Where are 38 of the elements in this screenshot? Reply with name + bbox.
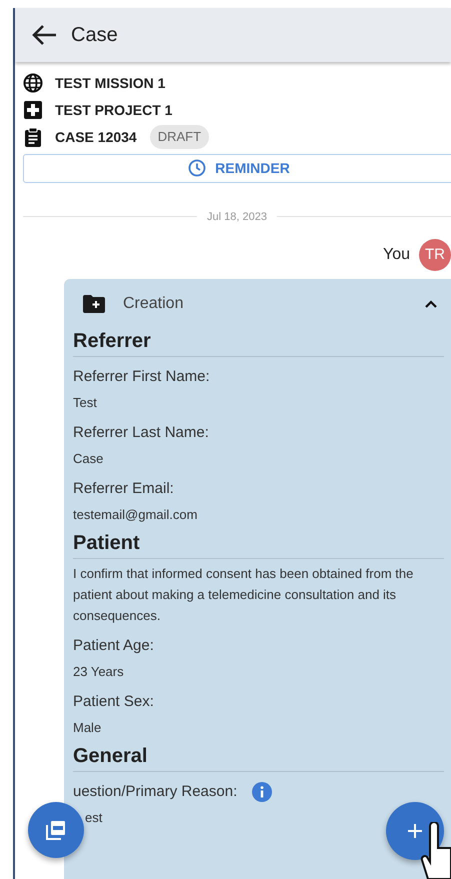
- consent-statement: I confirm that informed consent has been obtained from the patient about making a telemedicine consultation and its consequences.: [73, 565, 414, 625]
- section-heading: Referrer: [73, 329, 444, 357]
- field-label: Referrer Last Name:: [73, 422, 209, 443]
- field-label: Patient Sex:: [73, 692, 154, 712]
- card-header[interactable]: Creation: [73, 279, 444, 329]
- meta-label: TEST PROJECT 1: [55, 100, 172, 120]
- status-badge: DRAFT: [150, 125, 210, 149]
- clock-icon: [188, 159, 206, 178]
- clipboard-icon: [23, 127, 43, 148]
- field-label: uestion/Primary Reason:: [73, 782, 238, 802]
- field-value: Test: [73, 394, 98, 412]
- card-title: Creation: [123, 294, 184, 314]
- field-label: Referrer First Name:: [73, 366, 210, 387]
- avatar: TR: [419, 239, 451, 271]
- section-heading: Patient: [73, 531, 444, 559]
- pdf-button[interactable]: [28, 802, 84, 858]
- field-value: Case: [73, 450, 104, 468]
- plus-icon: [407, 823, 423, 839]
- folder-plus-icon: [83, 295, 105, 313]
- collapse-chevron-icon[interactable]: [424, 300, 438, 308]
- field-label: Referrer Email:: [73, 478, 174, 499]
- screen-title: Case: [71, 23, 118, 48]
- globe-icon: [23, 73, 43, 94]
- pdf-icon: [45, 819, 67, 841]
- meta-label: CASE 12034: [55, 128, 137, 147]
- field-value: testemail@gmail.com: [73, 506, 198, 524]
- info-icon[interactable]: [252, 782, 272, 802]
- reminder-button[interactable]: REMINDER: [23, 154, 451, 182]
- medical-cross-icon: [23, 100, 43, 120]
- section-heading: General: [73, 744, 444, 772]
- date-divider: Jul 18, 2023: [207, 210, 267, 224]
- field-value: est: [85, 809, 104, 827]
- meta-label: TEST MISSION 1: [55, 74, 166, 93]
- field-value: 23 Years: [73, 663, 125, 681]
- sender-name: You: [383, 245, 410, 265]
- field-value: Male: [73, 719, 102, 737]
- field-label: Patient Age:: [73, 636, 154, 656]
- hand-cursor-icon: [420, 822, 451, 879]
